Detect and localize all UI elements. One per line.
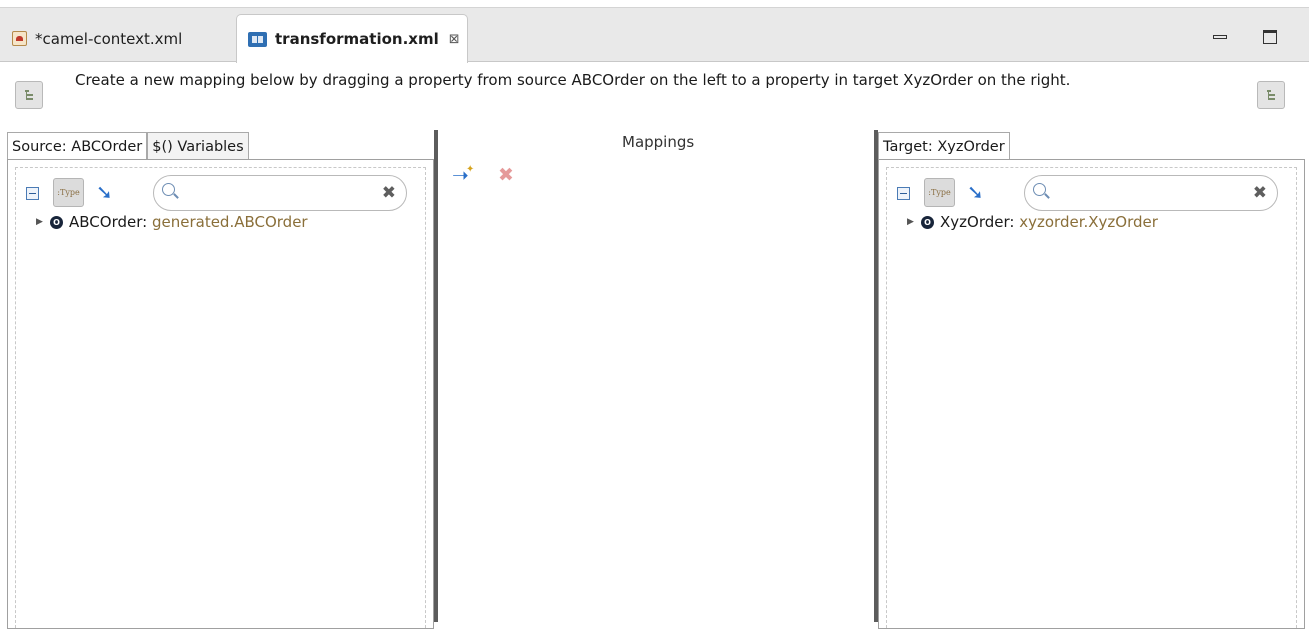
target-toolbar: :Type ➘ ✖ — [887, 172, 1296, 212]
tab-camel-context[interactable]: *camel-context.xml — [0, 14, 236, 63]
tab-label: *camel-context.xml — [35, 29, 183, 48]
maximize-icon[interactable] — [1263, 30, 1277, 44]
clear-search-icon[interactable]: ✖ — [1253, 183, 1267, 203]
tab-label: $() Variables — [152, 138, 244, 155]
tab-label: Source: ABCOrder — [12, 138, 143, 155]
tree-item-type: generated.ABCOrder — [151, 213, 308, 231]
expand-arrow-icon[interactable]: ▶ — [36, 217, 44, 227]
source-tree-area: :Type ➘ ✖ ▶ O ABCOrder: generated.ABCOrd… — [15, 167, 426, 628]
tab-source[interactable]: Source: ABCOrder — [7, 132, 148, 160]
target-pane: :Type ➘ ✖ ▶ O XyzOrder: xyzorder.XyzOrde… — [878, 159, 1305, 629]
window-top-edge — [0, 0, 1309, 8]
object-icon: O — [50, 215, 63, 229]
tab-target[interactable]: Target: XyzOrder — [878, 132, 1010, 160]
target-search-input[interactable] — [1053, 182, 1243, 204]
show-types-toggle[interactable]: :Type — [924, 178, 955, 207]
filter-mapped-icon[interactable]: ➘ — [96, 182, 113, 202]
source-search-box[interactable]: ✖ — [153, 175, 407, 211]
tab-variables[interactable]: $() Variables — [147, 132, 249, 160]
source-pane: :Type ➘ ✖ ▶ O ABCOrder: generated.ABCOrd… — [7, 159, 434, 629]
target-tree-area: :Type ➘ ✖ ▶ O XyzOrder: xyzorder.XyzOrde… — [886, 167, 1297, 628]
camel-file-icon — [12, 31, 27, 46]
source-search-input[interactable] — [182, 182, 372, 204]
object-icon: O — [921, 215, 934, 229]
show-types-toggle[interactable]: :Type — [53, 178, 84, 207]
source-splitter[interactable] — [434, 130, 438, 622]
instruction-text: Create a new mapping below by dragging a… — [75, 71, 1071, 89]
tree-item-separator: : — [1009, 213, 1015, 231]
search-icon — [162, 183, 175, 196]
tab-label: transformation.xml — [275, 30, 439, 48]
delete-mapping-icon[interactable]: ✖ — [498, 166, 514, 185]
tree-item-separator: : — [142, 213, 148, 231]
filter-mapped-icon[interactable]: ➘ — [967, 182, 984, 202]
tab-transformation[interactable]: transformation.xml ⊠ — [236, 14, 468, 63]
tree-item-xyzorder[interactable]: ▶ O XyzOrder: xyzorder.XyzOrder — [907, 213, 1158, 231]
source-toolbar: :Type ➘ ✖ — [16, 172, 425, 212]
close-tab-icon[interactable]: ⊠ — [449, 32, 460, 47]
expand-arrow-icon[interactable]: ▶ — [907, 217, 915, 227]
editor-tab-bar: *camel-context.xml transformation.xml ⊠ — [0, 8, 1309, 63]
tree-item-name: ABCOrder — [69, 213, 143, 231]
tab-label: Target: XyzOrder — [883, 138, 1005, 155]
add-mapping-star-icon: ✦ — [466, 164, 475, 175]
tree-icon — [1266, 89, 1276, 101]
collapse-all-icon[interactable] — [897, 187, 910, 200]
tree-item-name: XyzOrder — [940, 213, 1010, 231]
mappings-title: Mappings — [622, 133, 695, 151]
collapse-all-icon[interactable] — [26, 187, 39, 200]
tree-item-type: xyzorder.XyzOrder — [1019, 213, 1158, 231]
tree-item-abcorder[interactable]: ▶ O ABCOrder: generated.ABCOrder — [36, 213, 308, 231]
show-source-tree-button[interactable] — [15, 81, 43, 109]
instruction-bar: Create a new mapping below by dragging a… — [0, 62, 1309, 122]
transformation-icon — [248, 31, 267, 47]
source-tab-row: Source: ABCOrder $() Variables — [7, 132, 249, 160]
show-target-tree-button[interactable] — [1257, 81, 1285, 109]
tree-icon — [24, 89, 34, 101]
target-tab-row: Target: XyzOrder — [878, 132, 1010, 160]
search-icon — [1033, 183, 1046, 196]
minimize-icon[interactable] — [1213, 35, 1227, 39]
clear-search-icon[interactable]: ✖ — [382, 183, 396, 203]
target-search-box[interactable]: ✖ — [1024, 175, 1278, 211]
